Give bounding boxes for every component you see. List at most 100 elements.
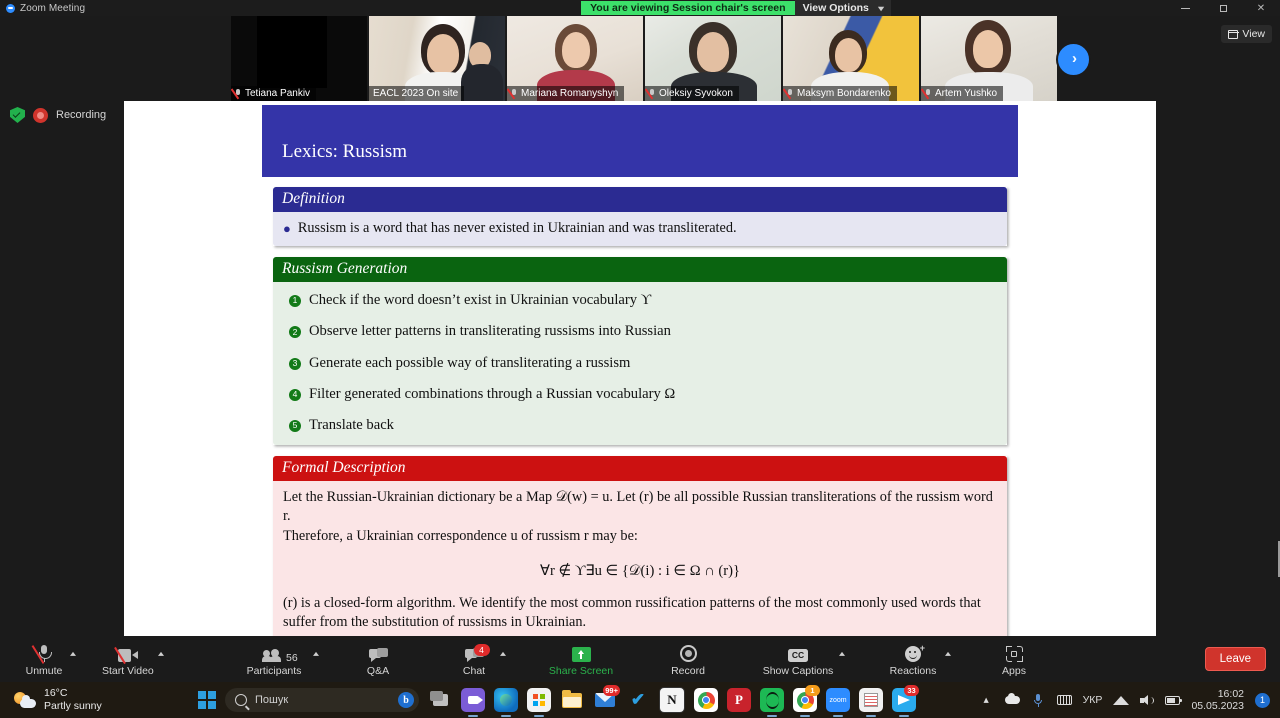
definition-text: Russism is a word that has never existed…: [298, 219, 737, 238]
unmute-button[interactable]: Unmute ▴: [22, 642, 66, 677]
chat-button[interactable]: 4 Chat ▴: [452, 642, 496, 677]
taskbar-app-task-view[interactable]: [428, 688, 452, 712]
taskbar-app-file-explorer[interactable]: [560, 688, 584, 712]
chevron-up-icon[interactable]: ▴: [158, 649, 164, 658]
encryption-shield-icon: [10, 107, 25, 123]
tile-name-label: Tetiana Pankiv: [231, 86, 316, 101]
search-input[interactable]: Пошук b: [225, 688, 419, 712]
chevron-down-icon: ▾: [878, 4, 884, 13]
chevron-up-icon[interactable]: ▴: [70, 649, 76, 658]
window-controls: ✕: [1166, 0, 1280, 16]
apps-button[interactable]: Apps: [992, 642, 1036, 677]
cc-icon-text: CC: [788, 649, 808, 662]
list-item: 4 Filter generated combinations through …: [289, 385, 997, 404]
taskbar-app-telegram[interactable]: 33: [892, 688, 916, 712]
recording-indicator: Recording: [10, 107, 106, 123]
microphone-icon[interactable]: [1031, 693, 1046, 707]
mic-muted-icon: [925, 89, 932, 99]
check-icon: ✔: [631, 690, 645, 710]
record-button[interactable]: Record: [666, 642, 710, 677]
taskbar-app-google-chrome-second[interactable]: 1: [793, 688, 817, 712]
onedrive-cloud-icon[interactable]: [1005, 693, 1020, 707]
share-screen-button[interactable]: Share Screen: [548, 642, 614, 677]
wifi-icon[interactable]: [1113, 693, 1128, 707]
formal-formula: ∀r ∉ ϒ∃u ∈ {𝒟(i) : i ∈ Ω ∩ 𝒣(r)}: [283, 562, 997, 581]
formal-paragraph-1: Let the Russian-Ukrainian dictionary be …: [283, 488, 997, 526]
show-captions-button[interactable]: CC Show Captions ▴: [762, 642, 834, 677]
video-tile-eacl-2023-on-site[interactable]: EACL 2023 On site: [369, 16, 505, 101]
chevron-up-icon[interactable]: ▴: [945, 649, 951, 658]
language-indicator[interactable]: УКР: [1083, 694, 1103, 706]
participants-button[interactable]: 56 Participants ▴: [244, 642, 304, 677]
taskbar-app-microsoft-todo[interactable]: ✔: [626, 688, 650, 712]
taskbar-app-spotify[interactable]: [760, 688, 784, 712]
chevron-up-icon[interactable]: ▴: [500, 649, 506, 658]
reactions-button[interactable]: + Reactions ▴: [886, 642, 940, 677]
taskbar-app-notion[interactable]: N: [659, 687, 685, 713]
video-tile-mariana-romanyshyn[interactable]: Mariana Romanyshyn: [507, 16, 643, 101]
chrome-badge: 1: [805, 685, 820, 696]
mic-muted-icon: [511, 89, 518, 99]
start-video-button[interactable]: Start Video ▴: [102, 642, 154, 677]
video-tiles: Tetiana Pankiv EACL 2023 On site Mariana…: [231, 16, 1057, 101]
leave-button[interactable]: Leave: [1205, 647, 1266, 671]
recording-label: Recording: [56, 109, 106, 121]
formal-block-body: Let the Russian-Ukrainian dictionary be …: [273, 481, 1007, 641]
record-circle-icon: [680, 642, 697, 662]
shared-screen-area[interactable]: Lexics: Russism Definition ● Russism is …: [124, 101, 1156, 636]
maximize-button[interactable]: [1204, 0, 1242, 16]
generation-steps-list: 1 Check if the word doesn’t exist in Ukr…: [283, 291, 997, 435]
layout-icon: [1228, 30, 1238, 39]
taskbar-app-google-chrome[interactable]: [694, 688, 718, 712]
taskbar-app-microsoft-edge[interactable]: [494, 688, 518, 712]
start-video-label: Start Video: [102, 665, 154, 677]
taskbar-app-zoom-workplace[interactable]: [461, 688, 485, 712]
step-text: Observe letter patterns in transliterati…: [309, 322, 671, 341]
chevron-up-icon[interactable]: ▴: [979, 693, 994, 707]
taskbar-app-sticky-notes[interactable]: [859, 688, 883, 712]
formal-block-title: Formal Description: [273, 456, 1007, 481]
weather-condition: Partly sunny: [44, 700, 102, 713]
speaker-icon[interactable]: [1139, 693, 1154, 707]
chat-bubble-icon: 4: [465, 642, 484, 662]
view-options-button[interactable]: View Options ▾: [795, 0, 891, 16]
zoom-meeting-window: Zoom Meeting You are viewing Session cha…: [0, 0, 1280, 718]
close-button[interactable]: ✕: [1242, 0, 1280, 16]
definition-block-body: ● Russism is a word that has never exist…: [273, 212, 1007, 246]
bing-icon[interactable]: b: [398, 692, 414, 708]
weather-widget[interactable]: 16°C Partly sunny: [14, 687, 102, 713]
minimize-button[interactable]: [1166, 0, 1204, 16]
taskbar-app-microsoft-store[interactable]: [527, 688, 551, 712]
titlebar-center: You are viewing Session chair's screen V…: [306, 0, 1166, 16]
recording-dot-icon[interactable]: [33, 108, 48, 123]
taskbar-app-zoom[interactable]: zoom: [826, 688, 850, 712]
chevron-up-icon[interactable]: ▴: [839, 649, 845, 658]
formal-paragraph-3: 𝒣(r) is a closed-form algorithm. We iden…: [283, 594, 997, 632]
video-tile-maksym-bondarenko[interactable]: Maksym Bondarenko: [783, 16, 919, 101]
video-tile-tetiana-pankiv[interactable]: Tetiana Pankiv: [231, 16, 367, 101]
view-layout-button[interactable]: View: [1221, 25, 1272, 43]
video-tile-oleksiy-syvokon[interactable]: Oleksiy Syvokon: [645, 16, 781, 101]
windows-start-icon[interactable]: [198, 691, 216, 709]
view-button-label: View: [1242, 28, 1265, 40]
qa-button[interactable]: Q&A: [356, 642, 400, 677]
participant-name: Oleksiy Syvokon: [659, 88, 733, 99]
keyboard-icon[interactable]: [1057, 693, 1072, 707]
chat-label: Chat: [463, 665, 485, 677]
battery-icon[interactable]: [1165, 693, 1180, 707]
video-tile-artem-yushko[interactable]: Artem Yushko: [921, 16, 1057, 101]
notification-badge[interactable]: 1: [1255, 693, 1270, 708]
taskbar-app-mail[interactable]: 99+: [593, 688, 617, 712]
participants-count: 56: [286, 652, 298, 664]
participants-label: Participants: [247, 665, 302, 677]
people-icon: 56: [263, 642, 285, 662]
chevron-up-icon[interactable]: ▴: [313, 649, 319, 658]
slide-title-bar: Lexics: Russism: [262, 105, 1018, 177]
mail-unread-badge: 99+: [603, 685, 620, 696]
taskbar-clock[interactable]: 16:02 05.05.2023: [1191, 688, 1244, 712]
step-text: Filter generated combinations through a …: [309, 385, 675, 404]
tile-name-label: Maksym Bondarenko: [783, 86, 897, 101]
definition-block: Definition ● Russism is a word that has …: [273, 187, 1007, 246]
taskbar-app-pinterest[interactable]: P: [727, 688, 751, 712]
next-participants-button[interactable]: ›: [1056, 42, 1091, 77]
